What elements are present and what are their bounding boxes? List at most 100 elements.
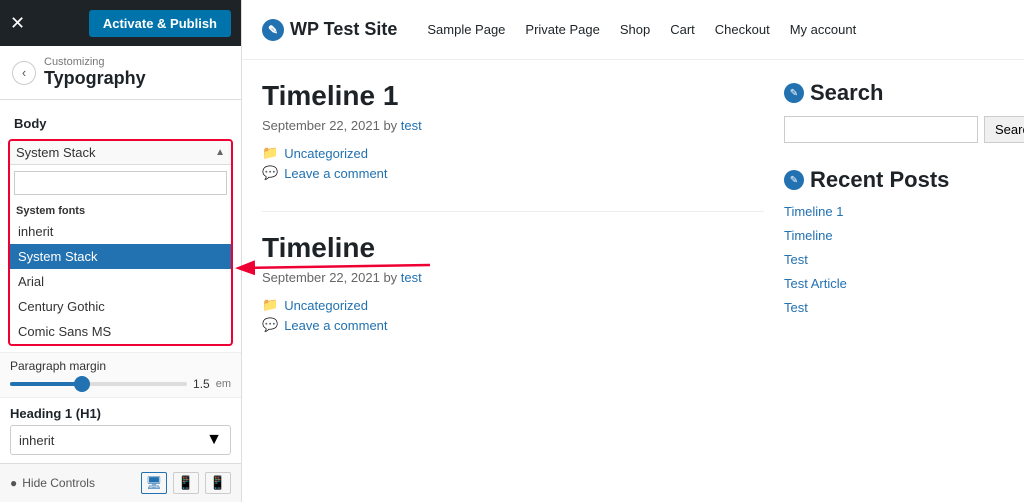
font-select-row[interactable]: System Stack ▲ [10, 141, 231, 165]
slider-value: 1.5 [193, 377, 210, 391]
nav-private-page[interactable]: Private Page [525, 22, 599, 37]
recent-link-1[interactable]: Timeline [784, 228, 833, 243]
nav-links: Sample Page Private Page Shop Cart Check… [427, 22, 856, 37]
publish-button[interactable]: Activate & Publish [89, 10, 231, 37]
recent-link-3[interactable]: Test Article [784, 276, 847, 291]
post-footer-1: 📁 Uncategorized 💬 Leave a comment [262, 145, 764, 181]
sidebar: ✎ Search Search ✎ Recent Posts Timeline … [784, 80, 1004, 482]
breadcrumb: ‹ Customizing Typography [0, 46, 241, 100]
search-widget-title: Search [810, 80, 883, 106]
slider-row: 1.5 em [10, 377, 231, 391]
nav-cart[interactable]: Cart [670, 22, 695, 37]
recent-posts-icon: ✎ [784, 170, 804, 190]
list-item: Test Article [784, 275, 1004, 293]
customizer-panel: ✕ Activate & Publish ‹ Customizing Typog… [0, 0, 242, 502]
heading-select-arrow-icon: ▼ [206, 431, 222, 449]
system-fonts-label: System fonts [10, 201, 231, 219]
comment-icon: 💬 [262, 165, 278, 181]
breadcrumb-title: Typography [44, 68, 146, 89]
post-category-1[interactable]: Uncategorized [284, 146, 368, 161]
site-logo: ✎ WP Test Site [262, 19, 397, 41]
list-item: Test [784, 251, 1004, 269]
site-nav: ✎ WP Test Site Sample Page Private Page … [242, 0, 1024, 60]
search-row [10, 165, 231, 201]
comment-icon-2: 💬 [262, 317, 278, 333]
search-button[interactable]: Search [984, 116, 1024, 143]
back-button[interactable]: ‹ [12, 61, 36, 85]
preview-icons: 🖥 📱 📱 [141, 472, 231, 494]
post-category-row-2: 📁 Uncategorized [262, 297, 764, 313]
post-category-2[interactable]: Uncategorized [284, 298, 368, 313]
post-title-1: Timeline 1 [262, 80, 764, 112]
heading-section: Heading 1 (H1) inherit ▼ [0, 397, 241, 459]
eye-icon: ● [10, 476, 17, 490]
site-content: Timeline 1 September 22, 2021 by test 📁 … [242, 60, 1024, 502]
close-button[interactable]: ✕ [10, 14, 25, 32]
post-item-1: Timeline 1 September 22, 2021 by test 📁 … [262, 80, 764, 181]
hide-controls-button[interactable]: ● Hide Controls [10, 476, 95, 490]
post-title-2: Timeline [262, 232, 764, 264]
panel-footer: ● Hide Controls 🖥 📱 📱 [0, 463, 241, 502]
slider-track[interactable] [10, 382, 187, 386]
search-widget-title-row: ✎ Search [784, 80, 1004, 106]
post-meta-1: September 22, 2021 by test [262, 118, 764, 133]
recent-posts-title-row: ✎ Recent Posts [784, 167, 1004, 193]
post-divider [262, 211, 764, 212]
post-date-1: September 22, 2021 [262, 118, 380, 133]
recent-posts-list: Timeline 1 Timeline Test Test Article Te… [784, 203, 1004, 317]
site-preview: ✎ WP Test Site Sample Page Private Page … [242, 0, 1024, 502]
post-author-2[interactable]: test [401, 270, 422, 285]
nav-checkout[interactable]: Checkout [715, 22, 770, 37]
font-search-input[interactable] [14, 171, 227, 195]
list-item: Timeline [784, 227, 1004, 245]
nav-sample-page[interactable]: Sample Page [427, 22, 505, 37]
hide-controls-label: Hide Controls [22, 476, 95, 490]
list-item: Test [784, 299, 1004, 317]
breadcrumb-sub: Customizing [44, 56, 146, 68]
font-option-inherit[interactable]: inherit [10, 219, 231, 244]
recent-link-4[interactable]: Test [784, 300, 808, 315]
font-option-arial[interactable]: Arial [10, 269, 231, 294]
panel-content: Body System Stack ▲ System fonts inherit… [0, 100, 241, 463]
font-select-value: System Stack [16, 145, 215, 160]
post-comment-row-1: 💬 Leave a comment [262, 165, 764, 181]
body-section-label: Body [0, 110, 241, 135]
folder-icon-2: 📁 [262, 297, 278, 313]
heading-select-value: inherit [19, 433, 206, 448]
recent-posts-title: Recent Posts [810, 167, 949, 193]
post-item-2: Timeline September 22, 2021 by test 📁 Un… [262, 232, 764, 333]
post-date-2: September 22, 2021 [262, 270, 380, 285]
search-input[interactable] [784, 116, 978, 143]
post-footer-2: 📁 Uncategorized 💬 Leave a comment [262, 297, 764, 333]
paragraph-margin-label: Paragraph margin [10, 359, 231, 373]
post-comment-2[interactable]: Leave a comment [284, 318, 387, 333]
logo-icon: ✎ [262, 19, 284, 41]
select-arrow-icon: ▲ [215, 147, 225, 158]
nav-my-account[interactable]: My account [790, 22, 856, 37]
heading-section-label: Heading 1 (H1) [10, 406, 231, 421]
mobile-preview-icon[interactable]: 📱 [205, 472, 231, 494]
post-meta-2: September 22, 2021 by test [262, 270, 764, 285]
logo-text: WP Test Site [290, 19, 397, 40]
tablet-preview-icon[interactable]: 📱 [173, 472, 199, 494]
font-option-system-stack[interactable]: System Stack [10, 244, 231, 269]
slider-fill [10, 382, 77, 386]
search-widget: ✎ Search Search [784, 80, 1004, 143]
desktop-preview-icon[interactable]: 🖥 [141, 472, 167, 494]
recent-link-0[interactable]: Timeline 1 [784, 204, 843, 219]
slider-unit: em [216, 378, 231, 390]
paragraph-margin-section: Paragraph margin 1.5 em [0, 352, 241, 397]
main-content: Timeline 1 September 22, 2021 by test 📁 … [262, 80, 764, 482]
post-category-row-1: 📁 Uncategorized [262, 145, 764, 161]
post-author-1[interactable]: test [401, 118, 422, 133]
post-comment-row-2: 💬 Leave a comment [262, 317, 764, 333]
slider-thumb[interactable] [74, 376, 90, 392]
search-row: Search [784, 116, 1004, 143]
search-widget-icon: ✎ [784, 83, 804, 103]
heading-select[interactable]: inherit ▼ [10, 425, 231, 455]
recent-link-2[interactable]: Test [784, 252, 808, 267]
nav-shop[interactable]: Shop [620, 22, 650, 37]
font-option-century-gothic[interactable]: Century Gothic [10, 294, 231, 319]
post-comment-1[interactable]: Leave a comment [284, 166, 387, 181]
font-option-comic-sans[interactable]: Comic Sans MS [10, 319, 231, 344]
